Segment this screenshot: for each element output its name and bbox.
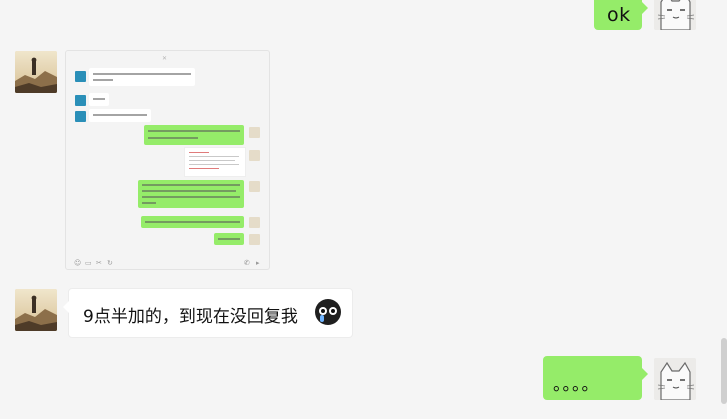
contact-avatar[interactable] [15,51,57,93]
mini-contact-avatar [75,71,86,82]
mini-self-avatar [249,234,260,245]
cliff-landscape-avatar-icon [15,289,57,331]
message-text-late-reply: 9点半加的，到现在没回复我 [83,307,298,327]
chat-screenshot-image[interactable]: ✕ ☺ ▭ ✂ ↻ ✆ ▸ [65,50,270,270]
self-avatar[interactable] [654,0,696,30]
mini-received-bubble [89,68,195,86]
cliff-landscape-avatar-icon [15,51,57,93]
chat-scrollbar[interactable] [721,338,727,404]
self-avatar[interactable] [654,358,696,400]
mini-phone-icon: ✆ [244,259,250,267]
mini-received-bubble [89,109,151,122]
cat-avatar-icon [654,358,696,400]
mini-scissors-icon: ✂ [96,259,102,267]
mini-contact-avatar [75,95,86,106]
image-close-icon: ✕ [162,56,168,62]
mini-received-bubble [89,93,109,106]
mini-self-avatar [249,150,260,161]
message-bubble-late-reply[interactable]: 9点半加的，到现在没回复我 [63,288,353,338]
message-bubble-ok[interactable]: ok [594,0,648,30]
message-bubble-dots[interactable]: 。。。。 [543,356,648,400]
mini-self-avatar [249,127,260,138]
mini-sent-bubble [144,125,244,145]
mini-history-icon: ↻ [107,259,113,267]
message-text-ok: ok [607,4,631,26]
contact-avatar[interactable] [15,289,57,331]
mini-video-icon: ▸ [256,259,260,267]
mini-image-thumbnail [184,147,246,177]
mini-folder-icon: ▭ [85,259,92,267]
mini-sent-bubble [138,180,244,208]
mini-sent-bubble [214,233,244,245]
mini-emoji-icon: ☺ [74,259,82,267]
crying-face-emoji-icon [315,299,341,325]
mini-self-avatar [249,217,260,228]
mini-self-avatar [249,181,260,192]
cat-avatar-icon [654,0,696,30]
mini-contact-avatar [75,111,86,122]
mini-sent-bubble [141,216,244,228]
message-text-dots: 。。。。 [553,375,600,395]
